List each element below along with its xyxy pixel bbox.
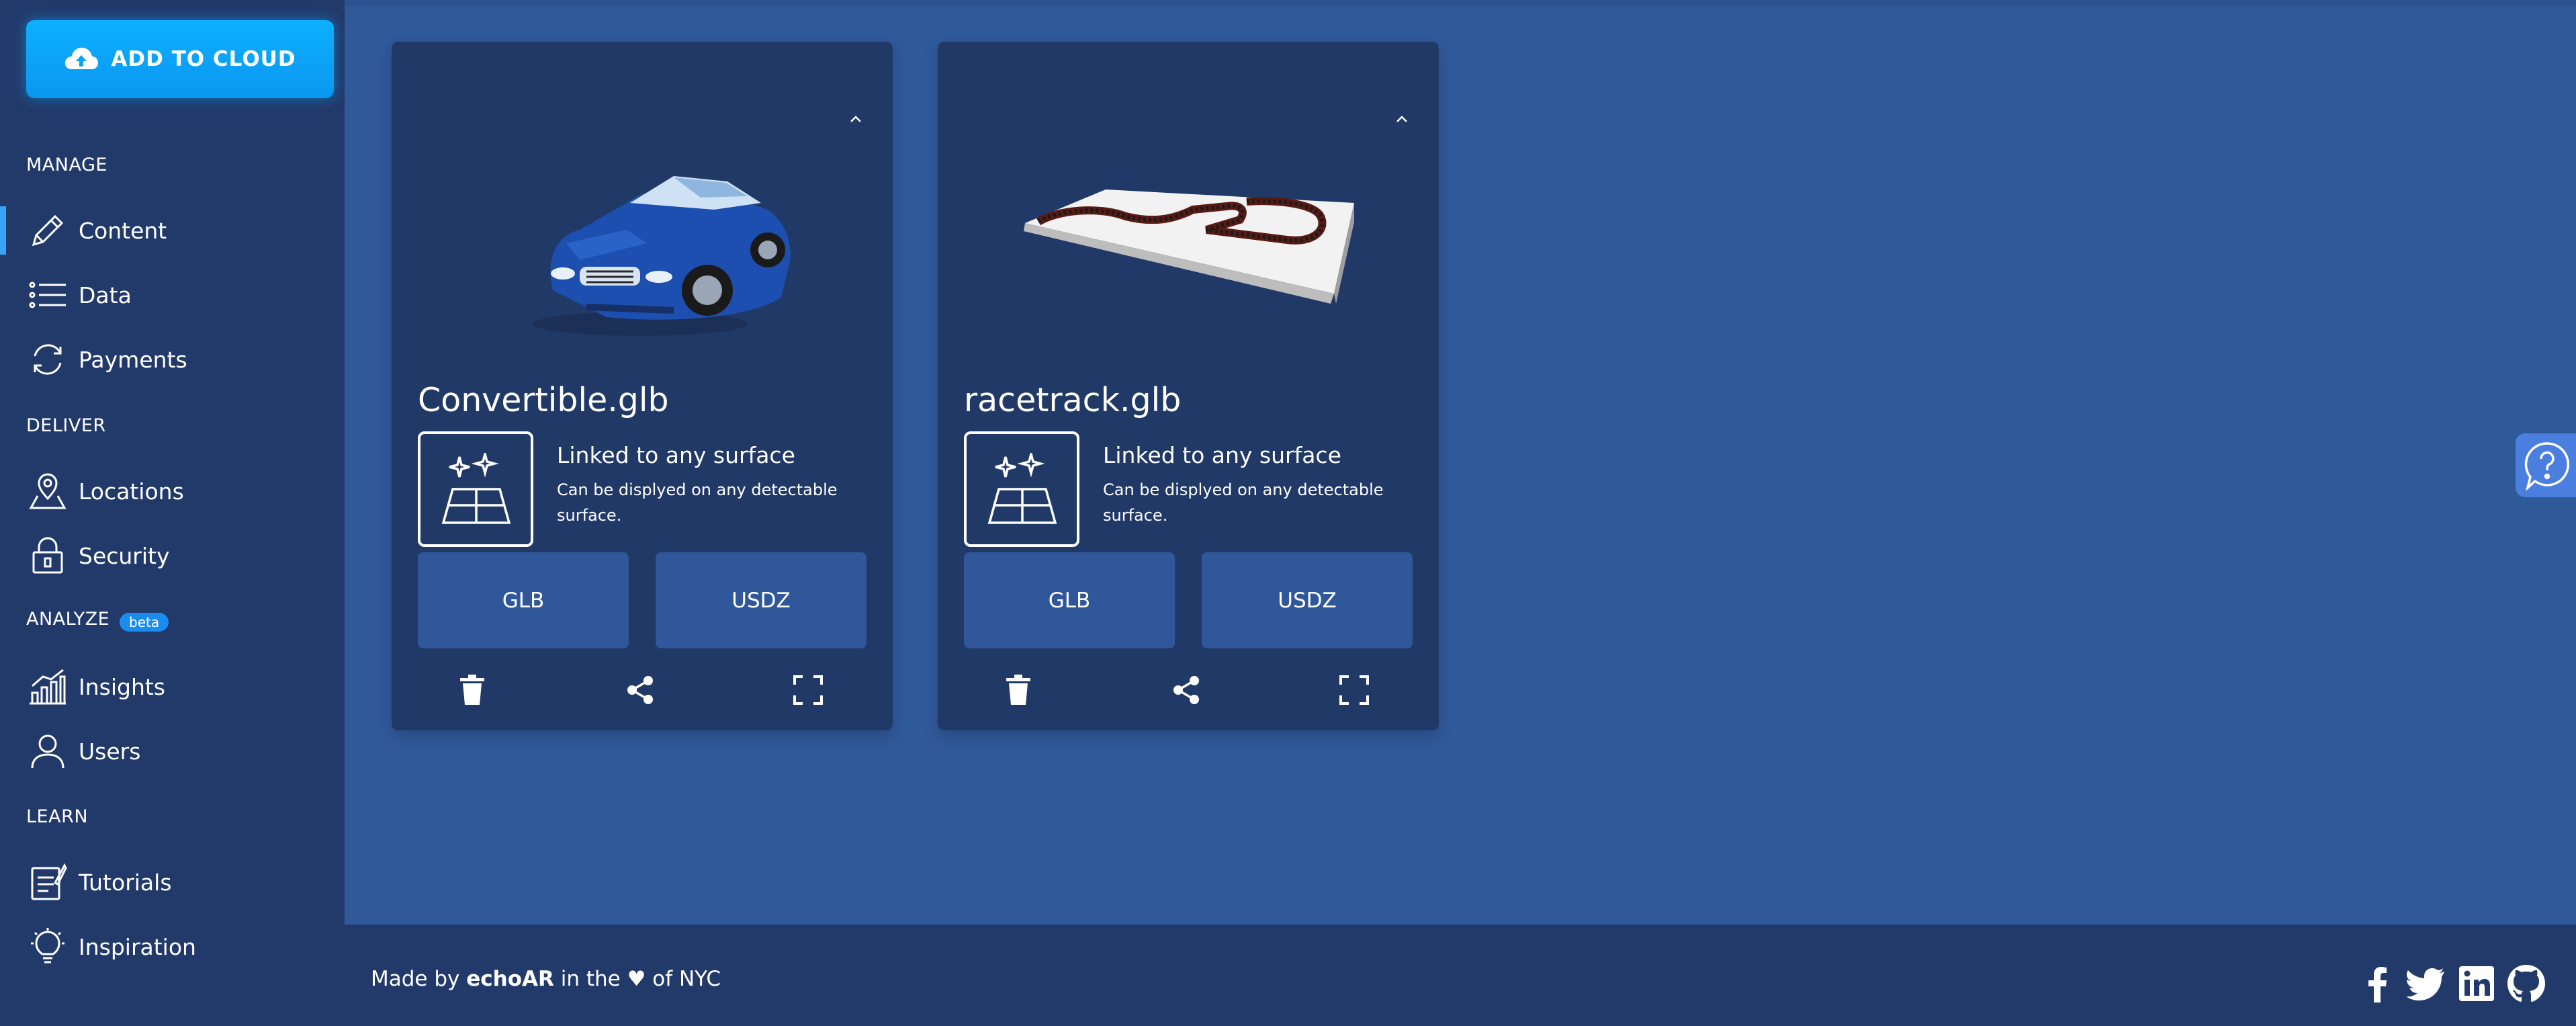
surface-type-badge — [418, 431, 533, 547]
fullscreen-icon[interactable] — [788, 670, 828, 710]
footer-credits: Made by echoAR in the ♥ of NYC — [371, 967, 721, 991]
github-icon[interactable] — [2506, 964, 2546, 1004]
sidebar-item-content[interactable]: Content — [0, 204, 345, 257]
section-learn: LEARN — [26, 806, 89, 827]
share-icon[interactable] — [620, 670, 660, 710]
lock-icon — [28, 536, 67, 575]
list-icon — [28, 275, 67, 314]
fullscreen-icon[interactable] — [1334, 670, 1374, 710]
sidebar-item-data[interactable]: Data — [0, 268, 345, 322]
sidebar-item-security[interactable]: Security — [0, 529, 345, 583]
section-analyze: ANALYZE — [26, 609, 110, 630]
twitter-icon[interactable] — [2405, 964, 2446, 1004]
bar-chart-icon — [28, 667, 67, 706]
sidebar-item-label: Users — [79, 738, 141, 765]
asset-filename: racetrack.glb — [964, 381, 1182, 419]
pencil-icon — [28, 211, 67, 250]
surface-title: Linked to any surface — [1103, 442, 1341, 468]
sidebar-item-label: Data — [79, 282, 132, 308]
download-glb-button[interactable]: GLB — [964, 552, 1175, 648]
help-button[interactable] — [2516, 433, 2576, 497]
asset-filename: Convertible.glb — [418, 381, 669, 419]
model-thumbnail[interactable] — [472, 122, 808, 351]
sidebar-item-label: Insights — [79, 673, 166, 700]
sidebar-item-label: Tutorials — [79, 869, 172, 896]
asset-card: racetrack.glb Linked to any surface Can … — [938, 42, 1439, 730]
notebook-icon — [28, 863, 67, 902]
sidebar-item-insights[interactable]: Insights — [0, 660, 345, 714]
facebook-icon[interactable] — [2358, 964, 2399, 1004]
sidebar-item-inspiration[interactable]: Inspiration — [0, 920, 345, 974]
download-glb-button[interactable]: GLB — [418, 552, 629, 648]
linkedin-icon[interactable] — [2456, 964, 2497, 1004]
map-pin-icon — [28, 472, 67, 511]
chevron-up-icon[interactable] — [1392, 109, 1412, 129]
section-deliver: DELIVER — [26, 415, 106, 436]
beta-badge: beta — [120, 613, 169, 632]
cloud-upload-icon — [64, 46, 99, 72]
in-the-text: in the — [560, 967, 621, 991]
sidebar-item-label: Security — [79, 542, 170, 569]
chevron-up-icon[interactable] — [846, 109, 866, 129]
racetrack-model-image — [1024, 189, 1354, 304]
sidebar-item-users[interactable]: Users — [0, 724, 345, 778]
model-thumbnail[interactable] — [1018, 122, 1354, 351]
surface-description: Can be displyed on any detectable surfac… — [557, 480, 838, 525]
share-icon[interactable] — [1166, 670, 1206, 710]
download-usdz-button[interactable]: USDZ — [656, 552, 867, 648]
help-question-icon — [2524, 441, 2571, 490]
sidebar-item-payments[interactable]: Payments — [0, 333, 345, 386]
sidebar: ADD TO CLOUD MANAGE Content Data Payment… — [0, 0, 345, 1026]
user-icon — [28, 732, 67, 771]
trash-icon[interactable] — [452, 670, 492, 710]
footer: Made by echoAR in the ♥ of NYC — [345, 925, 2576, 1026]
asset-card: Convertible.glb Linked to any surface Ca… — [392, 42, 893, 730]
sidebar-item-label: Content — [79, 217, 167, 244]
lightbulb-icon — [28, 927, 67, 966]
add-to-cloud-label: ADD TO CLOUD — [111, 47, 296, 71]
sidebar-item-label: Inspiration — [79, 933, 196, 960]
surface-type-badge — [964, 431, 1079, 547]
sidebar-item-label: Payments — [79, 346, 187, 373]
download-usdz-button[interactable]: USDZ — [1202, 552, 1413, 648]
section-manage: MANAGE — [26, 155, 107, 175]
add-to-cloud-button[interactable]: ADD TO CLOUD — [26, 20, 334, 98]
made-by-text: Made by — [371, 967, 460, 991]
sidebar-item-tutorials[interactable]: Tutorials — [0, 855, 345, 909]
trash-icon[interactable] — [998, 670, 1038, 710]
refresh-icon — [28, 340, 67, 379]
echoar-link[interactable]: echoAR — [466, 967, 554, 991]
surface-title: Linked to any surface — [557, 442, 795, 468]
car-model-image — [533, 176, 791, 336]
of-city-text: of NYC — [652, 967, 721, 991]
sidebar-item-locations[interactable]: Locations — [0, 464, 345, 518]
heart-icon: ♥ — [627, 967, 646, 991]
sidebar-item-label: Locations — [79, 478, 184, 505]
surface-description: Can be displyed on any detectable surfac… — [1103, 480, 1384, 525]
top-strip — [0, 0, 2576, 7]
